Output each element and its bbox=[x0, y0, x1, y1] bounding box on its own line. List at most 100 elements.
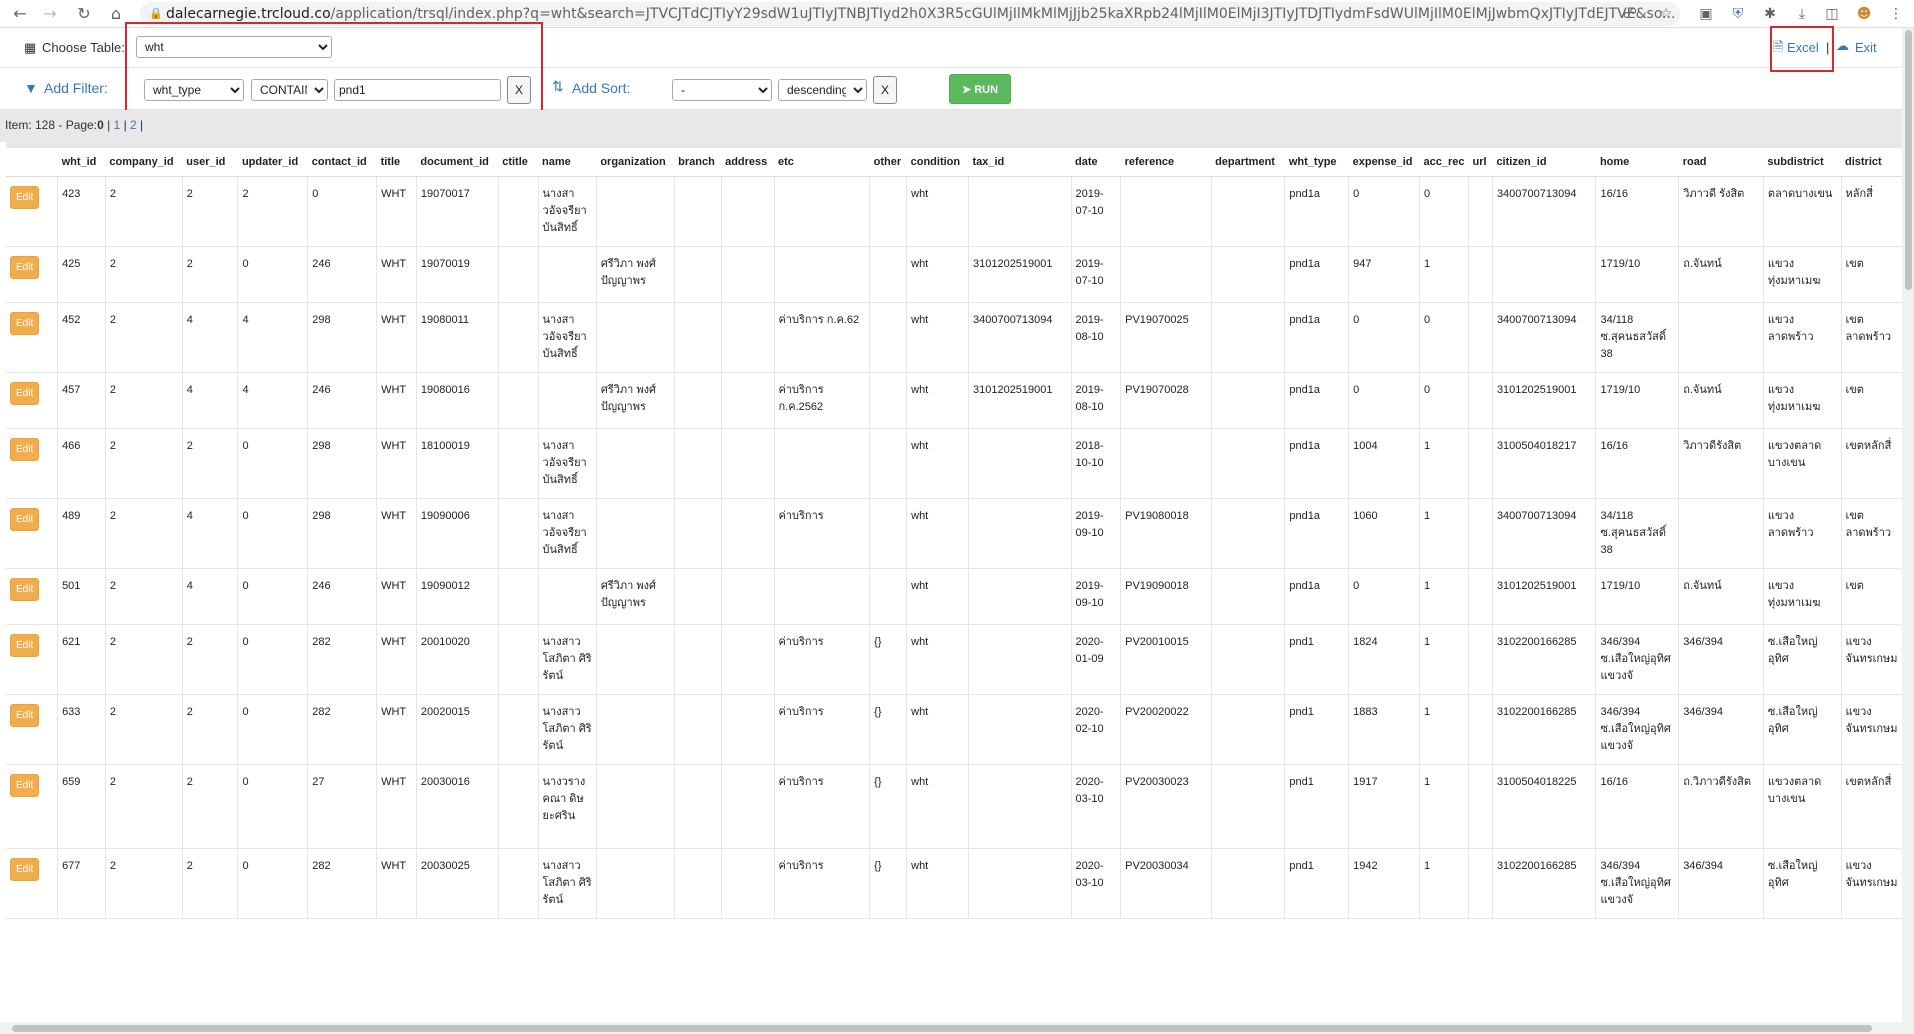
share-icon[interactable]: ☍ bbox=[1620, 4, 1640, 24]
table-cell: PV20030023 bbox=[1120, 764, 1212, 849]
excel-link[interactable]: Excel bbox=[1787, 40, 1819, 55]
edit-cell: Edit bbox=[6, 372, 58, 429]
table-cell: 298 bbox=[307, 302, 377, 373]
table-row: Edit 621 2 2 0 282 WHT 20010020 นางสาวโสภิตา ศิร… bbox=[6, 624, 1902, 695]
run-button[interactable]: ➤ RUN bbox=[949, 74, 1011, 104]
table-cell: วิภาวดีรังสิต bbox=[1678, 428, 1764, 499]
vertical-scroll-thumb[interactable] bbox=[1905, 30, 1912, 290]
table-cell: หลักสี่ bbox=[1840, 176, 1902, 247]
filter-condition-select[interactable]: CONTAIN bbox=[251, 79, 328, 101]
table-cell bbox=[720, 694, 774, 765]
table-cell bbox=[497, 624, 539, 695]
table-cell bbox=[595, 848, 675, 919]
puzzle-icon[interactable]: ✱ bbox=[1760, 4, 1780, 24]
edit-button[interactable]: Edit bbox=[10, 255, 40, 279]
table-header-row: wht_id company_id user_id updater_id contact… bbox=[6, 148, 1902, 177]
table-cell: 1 bbox=[1419, 498, 1469, 569]
table-cell: 0 bbox=[237, 568, 308, 625]
edit-button[interactable]: Edit bbox=[10, 311, 40, 335]
address-bar[interactable]: 🔒 dalecarnegie.trcloud.co/application/tr… bbox=[140, 2, 1680, 26]
exit-link[interactable]: Exit bbox=[1855, 40, 1877, 55]
profile-avatar-icon[interactable]: ☻ bbox=[1854, 4, 1874, 24]
edit-button[interactable]: Edit bbox=[10, 773, 40, 797]
column-header: citizen_id bbox=[1492, 148, 1596, 177]
table-cell: pnd1a bbox=[1284, 498, 1349, 569]
filter-value-input[interactable] bbox=[334, 79, 501, 101]
shield-icon[interactable]: ⛨ bbox=[1728, 4, 1748, 24]
filter-column-select[interactable]: wht_type bbox=[144, 79, 244, 101]
page-link-2[interactable]: 2 bbox=[130, 118, 137, 132]
table-cell: wht bbox=[906, 246, 969, 303]
table-row: Edit 425 2 2 0 246 WHT 19070019 ศรีวิภา พงศ์ปัญญ… bbox=[6, 246, 1902, 303]
table-cell: 3102200166285 bbox=[1491, 694, 1596, 765]
remove-sort-button[interactable]: X bbox=[873, 76, 897, 104]
table-cell bbox=[720, 568, 774, 625]
table-cell: 633 bbox=[57, 694, 106, 765]
table-cell: PV19090018 bbox=[1120, 568, 1212, 625]
edit-button[interactable]: Edit bbox=[10, 437, 40, 461]
edit-button[interactable]: Edit bbox=[10, 633, 40, 657]
column-header: name bbox=[538, 148, 597, 177]
remove-filter-button[interactable]: X bbox=[507, 76, 531, 104]
table-cell: 1917 bbox=[1348, 764, 1420, 849]
table-cell: 346/394 bbox=[1678, 848, 1764, 919]
edit-button[interactable]: Edit bbox=[10, 857, 40, 881]
horizontal-scroll-thumb[interactable] bbox=[12, 1025, 1872, 1032]
table-cell: 4 bbox=[181, 498, 238, 569]
horizontal-scrollbar[interactable] bbox=[0, 1022, 1914, 1034]
vertical-scrollbar[interactable] bbox=[1902, 28, 1914, 1022]
sort-direction-select[interactable]: descending bbox=[778, 79, 867, 101]
table-cell: แขวงจันทรเกษม bbox=[1840, 624, 1902, 695]
table-cell: นางสาวโสภิตา ศิริรัตน์ bbox=[537, 694, 597, 765]
edit-button[interactable]: Edit bbox=[10, 577, 40, 601]
table-cell: 2 bbox=[181, 694, 238, 765]
forward-arrow-icon[interactable]: → bbox=[40, 4, 60, 24]
table-cell: 501 bbox=[57, 568, 106, 625]
table-cell bbox=[673, 694, 722, 765]
table-cell bbox=[595, 498, 675, 569]
column-header: url bbox=[1468, 148, 1493, 177]
back-arrow-icon[interactable]: ← bbox=[10, 4, 30, 24]
table-cell: wht bbox=[906, 764, 969, 849]
download-icon[interactable]: ⤓ bbox=[1792, 4, 1812, 24]
add-filter-label[interactable]: Add Filter: bbox=[44, 80, 108, 96]
table-cell: WHT bbox=[376, 764, 417, 849]
table-cell: WHT bbox=[376, 568, 417, 625]
table-cell: 3400700713094 bbox=[967, 302, 1072, 373]
cloud-icon: ☁ bbox=[1836, 38, 1849, 53]
star-icon[interactable]: ☆ bbox=[1656, 4, 1676, 24]
column-header: subdistrict bbox=[1763, 148, 1841, 177]
table-cell: wht bbox=[906, 848, 969, 919]
table-cell bbox=[673, 498, 722, 569]
column-header: etc bbox=[774, 148, 870, 177]
table-cell bbox=[673, 302, 722, 373]
table-cell bbox=[720, 764, 774, 849]
extension-icon[interactable]: ▣ bbox=[1696, 4, 1716, 24]
edit-button[interactable]: Edit bbox=[10, 381, 40, 405]
add-sort-label[interactable]: Add Sort: bbox=[572, 80, 630, 96]
column-header bbox=[6, 148, 58, 177]
table-cell: 1719/10 bbox=[1595, 246, 1679, 303]
table-cell: 1 bbox=[1419, 624, 1469, 695]
table-cell: ตลาดบางเขน bbox=[1762, 176, 1841, 247]
table-cell: 2020-03-10 bbox=[1070, 764, 1121, 849]
menu-icon[interactable]: ⋮ bbox=[1886, 4, 1906, 24]
table-cell bbox=[1210, 848, 1285, 919]
sidepanel-icon[interactable]: ◫ bbox=[1822, 4, 1842, 24]
reload-icon[interactable]: ↻ bbox=[74, 4, 94, 24]
table-cell bbox=[1468, 848, 1493, 919]
column-header: contact_id bbox=[307, 148, 377, 177]
home-icon[interactable]: ⌂ bbox=[106, 4, 126, 24]
table-cell: 1719/10 bbox=[1595, 372, 1679, 429]
edit-button[interactable]: Edit bbox=[10, 703, 40, 727]
table-cell: 1 bbox=[1419, 764, 1469, 849]
table-select[interactable]: wht bbox=[136, 36, 332, 58]
table-cell: 298 bbox=[307, 498, 377, 569]
sort-column-select[interactable]: - bbox=[672, 79, 772, 101]
table-cell: 19090006 bbox=[415, 498, 499, 569]
table-cell: 3101202519001 bbox=[967, 246, 1072, 303]
table-cell bbox=[1210, 176, 1285, 247]
edit-button[interactable]: Edit bbox=[10, 507, 40, 531]
edit-button[interactable]: Edit bbox=[10, 185, 40, 209]
table-cell bbox=[497, 764, 539, 849]
